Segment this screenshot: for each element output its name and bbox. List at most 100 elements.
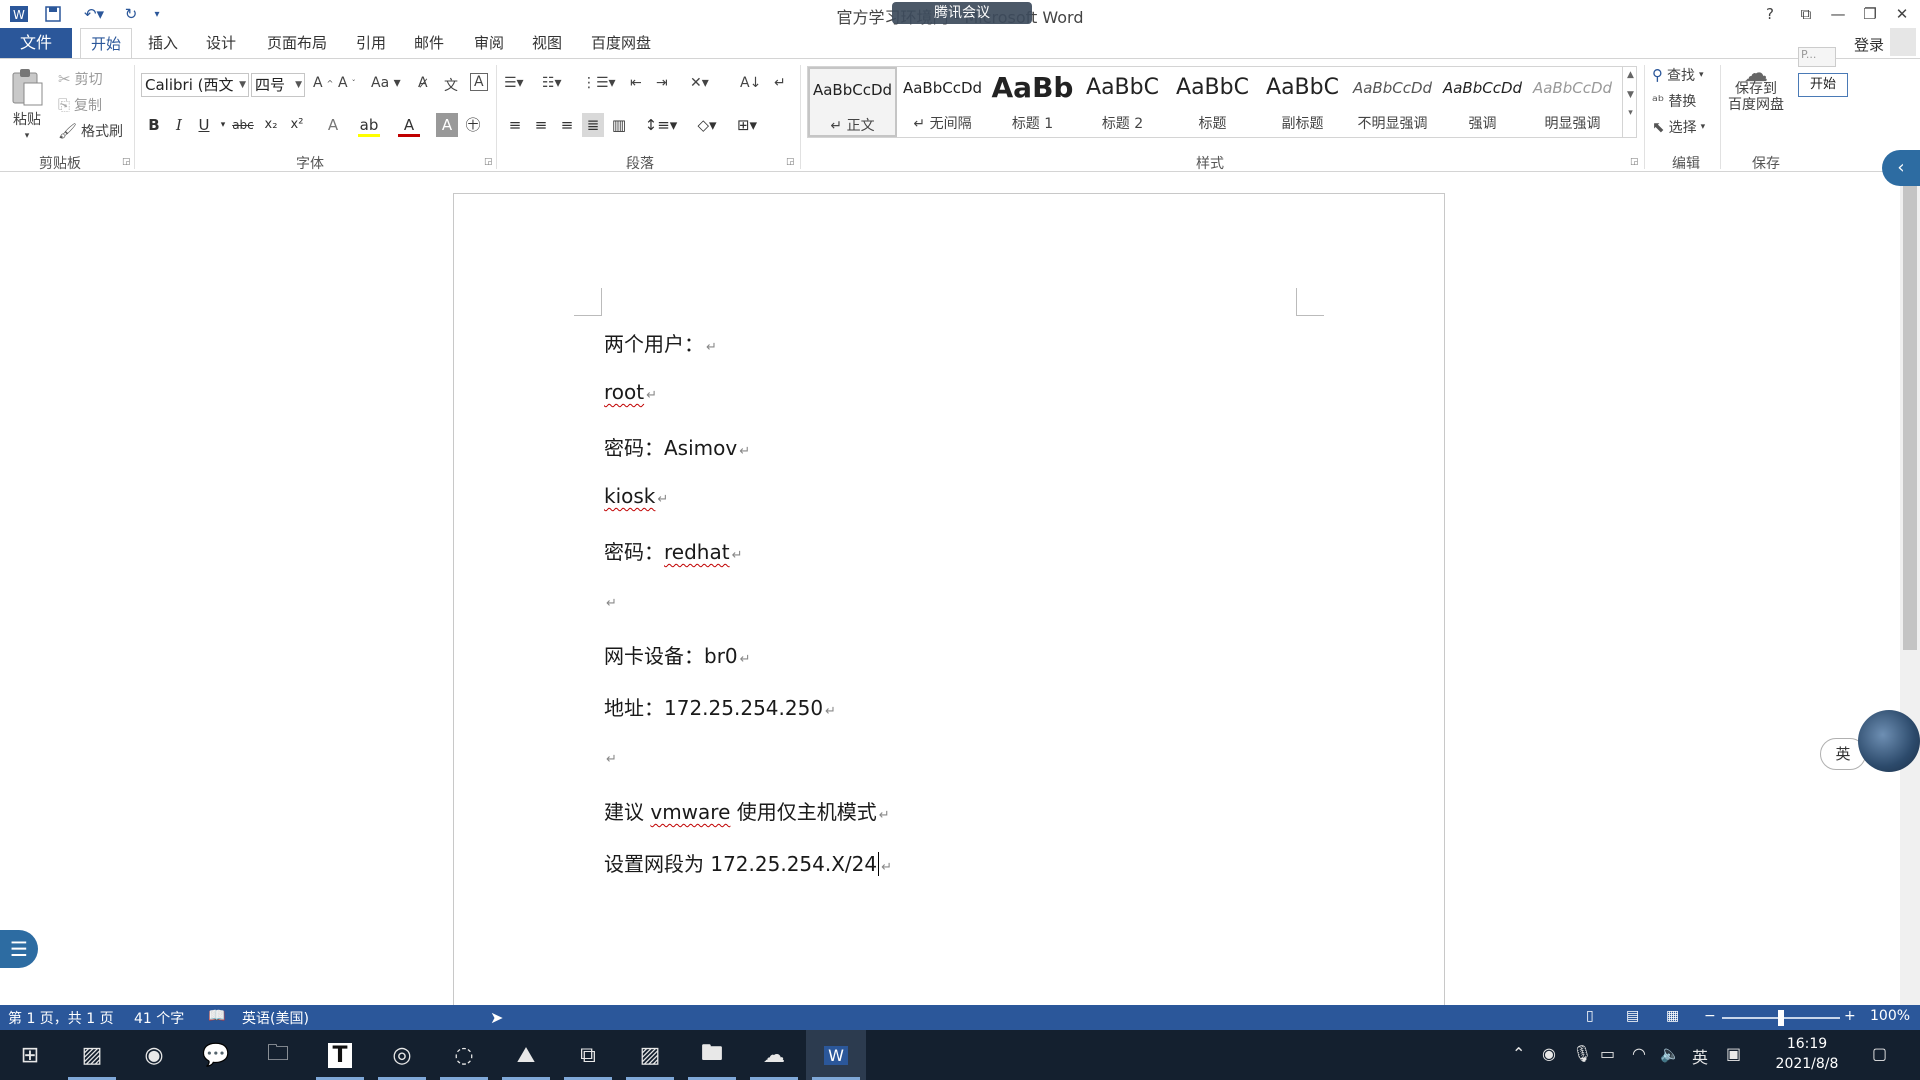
- help-button[interactable]: ?: [1754, 2, 1786, 26]
- replace-button[interactable]: ᵃᵇ 替换: [1652, 91, 1696, 111]
- doc-paragraph-empty[interactable]: ↵: [604, 744, 617, 768]
- multilevel-list-icon[interactable]: ⋮☰▾: [582, 75, 616, 91]
- wifi-icon[interactable]: ◠: [1632, 1044, 1646, 1063]
- grow-font-icon[interactable]: A ^: [313, 75, 333, 91]
- style-subtle-emphasis[interactable]: AaBbCcDd 不明显强调: [1348, 67, 1437, 137]
- zoom-slider-thumb[interactable]: [1778, 1010, 1784, 1026]
- meeting-overlay[interactable]: 腾讯会议: [892, 2, 1032, 24]
- vm-app-icon[interactable]: ⧉: [558, 1030, 618, 1080]
- close-icon[interactable]: ✕: [1886, 2, 1918, 26]
- ribbon-display-icon[interactable]: ⧉: [1790, 2, 1822, 26]
- tray-language[interactable]: 英: [1692, 1044, 1708, 1068]
- read-mode-icon[interactable]: ▯: [1586, 1008, 1594, 1024]
- tab-file[interactable]: 文件: [0, 28, 72, 58]
- increase-indent-icon[interactable]: ⇥: [656, 75, 668, 91]
- paragraph-launcher-icon[interactable]: ◲: [786, 157, 795, 167]
- tab-mailings[interactable]: 邮件: [406, 28, 452, 58]
- styles-launcher-icon[interactable]: ◲: [1630, 157, 1639, 167]
- style-subtitle[interactable]: AaBbC 副标题: [1258, 67, 1347, 137]
- find-button[interactable]: ⚲ 查找 ▾: [1652, 65, 1704, 85]
- shrink-font-icon[interactable]: Aˇ: [338, 75, 356, 91]
- format-painter-button[interactable]: 🖌 格式刷: [58, 121, 123, 141]
- style-title[interactable]: AaBbC 标题: [1168, 67, 1257, 137]
- doc-paragraph[interactable]: 设置网段为 172.25.254.X/24 ↵: [604, 848, 892, 877]
- doc-paragraph[interactable]: kiosk ↵: [604, 484, 668, 508]
- font-size-combo[interactable]: 四号 ▼: [251, 73, 305, 97]
- style-heading-2[interactable]: AaBbC 标题 2: [1078, 67, 1167, 137]
- tray-ime-icon[interactable]: ▣: [1726, 1044, 1741, 1063]
- restore-icon[interactable]: ❐: [1854, 2, 1886, 26]
- minimize-icon[interactable]: —: [1822, 2, 1854, 26]
- netease-music-icon[interactable]: ◎: [372, 1030, 432, 1080]
- tab-review[interactable]: 审阅: [466, 28, 512, 58]
- doc-paragraph[interactable]: 建议 vmware 使用仅主机模式 ↵: [604, 796, 890, 825]
- figure-app-2-icon[interactable]: ▨: [620, 1030, 680, 1080]
- save-to-baidu-button[interactable]: ☁ 保存到 百度网盘: [1728, 61, 1784, 113]
- tab-page-layout[interactable]: 页面布局: [260, 28, 334, 58]
- file-explorer-icon[interactable]: 🗀: [248, 1030, 308, 1080]
- doc-paragraph[interactable]: root ↵: [604, 380, 657, 404]
- tab-baidu-netdisk[interactable]: 百度网盘: [584, 28, 658, 58]
- language-indicator[interactable]: 英语(美国): [242, 1008, 309, 1028]
- figure-app-icon[interactable]: ▨: [62, 1030, 122, 1080]
- strikethrough-icon[interactable]: abc: [232, 113, 254, 137]
- tray-overflow-icon[interactable]: ⌃: [1512, 1044, 1525, 1063]
- word-count[interactable]: 41 个字: [134, 1008, 184, 1028]
- line-spacing-icon[interactable]: ↕≡▾: [644, 113, 678, 137]
- gallery-down-icon[interactable]: ▼: [1623, 90, 1638, 100]
- subscript-icon[interactable]: x₂: [260, 113, 282, 137]
- ime-avatar[interactable]: [1858, 710, 1920, 772]
- web-layout-icon[interactable]: ▦: [1666, 1008, 1679, 1024]
- clock[interactable]: 16:19 2021/8/8: [1762, 1034, 1852, 1074]
- borders-icon[interactable]: ⊞▾: [730, 113, 764, 137]
- doc-paragraph-empty[interactable]: ↵: [604, 588, 617, 612]
- select-button[interactable]: ⬉ 选择 ▾: [1652, 117, 1705, 137]
- character-shading-icon[interactable]: A: [436, 113, 458, 137]
- align-left-icon[interactable]: ≡: [504, 113, 526, 137]
- numbering-icon[interactable]: ☷▾: [542, 75, 562, 91]
- navigation-pane-icon[interactable]: ☰: [0, 930, 38, 968]
- font-launcher-icon[interactable]: ◲: [484, 157, 493, 167]
- proofing-icon[interactable]: 📖: [208, 1008, 225, 1024]
- typora-icon[interactable]: T: [310, 1030, 370, 1080]
- browser-swirl-icon[interactable]: ◌: [434, 1030, 494, 1080]
- word-taskbar-icon[interactable]: W: [806, 1030, 866, 1080]
- account-avatar[interactable]: [1890, 28, 1916, 56]
- wechat-icon[interactable]: 💬: [186, 1030, 246, 1080]
- style-heading-1[interactable]: AaBb 标题 1: [988, 67, 1077, 137]
- gallery-up-icon[interactable]: ▲: [1623, 70, 1638, 80]
- start-button[interactable]: 开始: [1798, 73, 1848, 97]
- clipboard-launcher-icon[interactable]: ◲: [122, 157, 131, 167]
- doc-paragraph[interactable]: 密码：Asimov ↵: [604, 432, 750, 461]
- style-emphasis[interactable]: AaBbCcDd 强调: [1438, 67, 1527, 137]
- paste-dropdown-icon[interactable]: ▾: [25, 131, 30, 141]
- notifications-icon[interactable]: ▢: [1872, 1044, 1887, 1063]
- baidu-netdisk-icon[interactable]: ☁: [744, 1030, 804, 1080]
- microphone-icon[interactable]: 🎙: [1572, 1044, 1592, 1063]
- tab-view[interactable]: 视图: [524, 28, 570, 58]
- start-button-icon[interactable]: ⊞: [0, 1030, 60, 1080]
- copy-button[interactable]: ⎘ 复制: [58, 95, 102, 115]
- page-count[interactable]: 第 1 页，共 1 页: [8, 1008, 114, 1028]
- paste-button[interactable]: 粘贴 ▾: [10, 67, 44, 141]
- side-collapse-icon[interactable]: ‹: [1882, 150, 1920, 186]
- shading-icon[interactable]: ◇▾: [690, 113, 724, 137]
- style-no-spacing[interactable]: AaBbCcDd ↵ 无间隔: [898, 67, 987, 137]
- change-case-icon[interactable]: Aa ▾: [371, 75, 401, 91]
- underline-dropdown-icon[interactable]: ▾: [212, 113, 234, 137]
- photos-icon[interactable]: 🖿: [682, 1030, 742, 1080]
- phonetic-guide-icon[interactable]: 文: [444, 75, 458, 95]
- tray-app-icon[interactable]: ◉: [1542, 1044, 1556, 1063]
- text-effects-icon[interactable]: A: [322, 113, 344, 137]
- style-intense-emphasis[interactable]: AaBbCcDd 明显强调: [1528, 67, 1617, 137]
- italic-icon[interactable]: I: [168, 113, 190, 137]
- doc-paragraph[interactable]: 地址：172.25.254.250 ↵: [604, 692, 836, 721]
- align-right-icon[interactable]: ≡: [556, 113, 578, 137]
- align-center-icon[interactable]: ≡: [530, 113, 552, 137]
- decrease-indent-icon[interactable]: ⇤: [630, 75, 642, 91]
- zoom-level[interactable]: 100%: [1870, 1008, 1910, 1024]
- cut-button[interactable]: ✂ 剪切: [58, 69, 103, 89]
- tab-design[interactable]: 设计: [198, 28, 244, 58]
- character-border-icon[interactable]: A: [470, 73, 488, 91]
- document-page[interactable]: [453, 193, 1445, 1033]
